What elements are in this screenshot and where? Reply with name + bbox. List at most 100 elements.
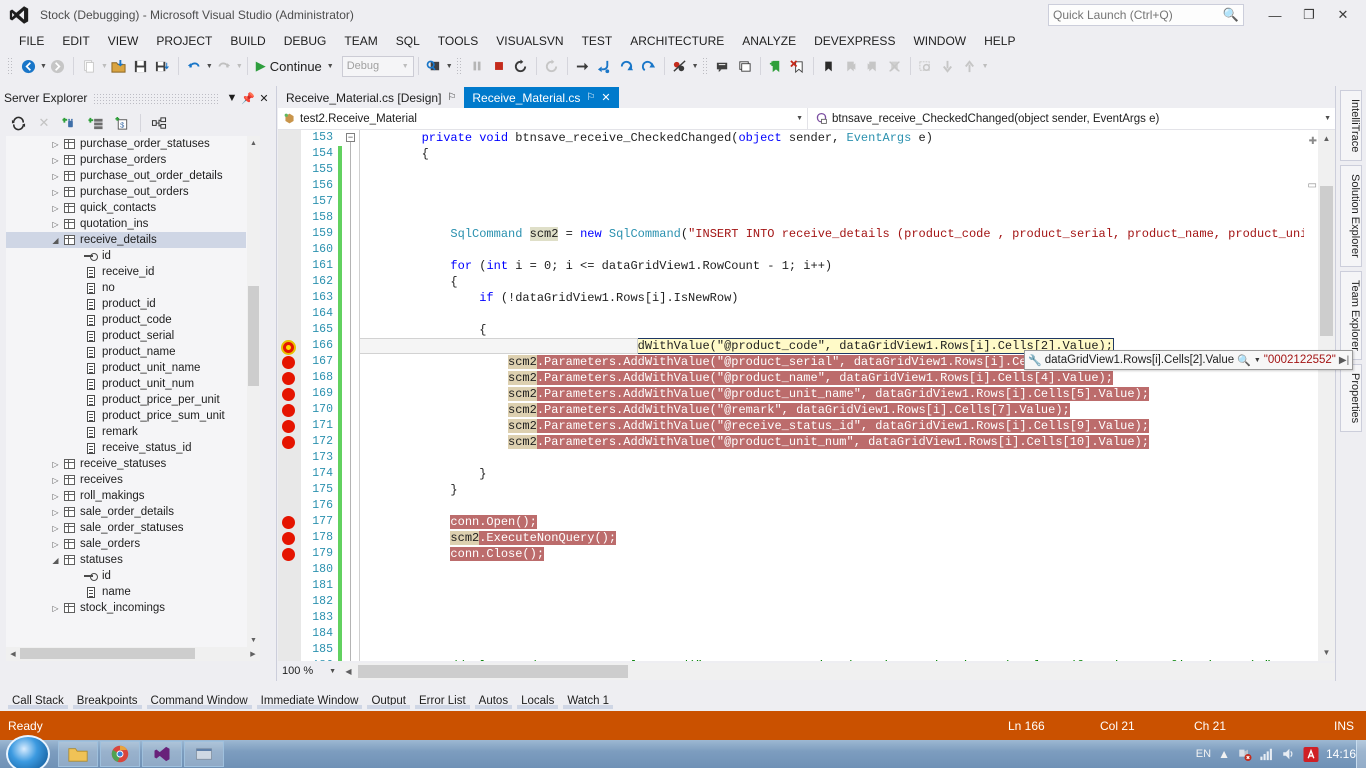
code-line[interactable]: conn.Open(); [364, 514, 1335, 530]
chevron-right-icon[interactable]: ▷ [50, 204, 61, 213]
bottom-tab-breakpoints[interactable]: Breakpoints [71, 692, 144, 707]
connect-to-server-icon[interactable] [58, 112, 82, 134]
network-error-icon[interactable] [1237, 747, 1252, 761]
menu-item-team[interactable]: TEAM [335, 32, 386, 50]
tree-item-product_serial[interactable]: product_serial [6, 328, 246, 344]
rail-tab-intellitrace[interactable]: IntelliTrace [1340, 90, 1362, 161]
toggle-bookmark-icon[interactable] [818, 55, 840, 77]
code-line[interactable] [364, 562, 1335, 578]
current-breakpoint-icon[interactable] [281, 340, 296, 355]
step-out-icon[interactable] [638, 55, 660, 77]
member-navigation-select[interactable]: btnsave_receive_CheckedChanged(object se… [808, 108, 1335, 130]
pin-to-source-icon[interactable]: ▶| [1339, 355, 1349, 366]
tree-item-no[interactable]: no [6, 280, 246, 296]
chevron-right-icon[interactable]: ▷ [50, 156, 61, 165]
breakpoint-icon[interactable] [282, 388, 295, 401]
bottom-tab-autos[interactable]: Autos [473, 692, 514, 707]
tree-item-product_code[interactable]: product_code [6, 312, 246, 328]
tree-item-receive_status_id[interactable]: receive_status_id [6, 440, 246, 456]
code-line[interactable] [364, 594, 1335, 610]
code-line[interactable] [364, 178, 1335, 194]
horizontal-scroll-thumb[interactable] [358, 665, 628, 678]
menu-item-edit[interactable]: EDIT [53, 32, 98, 50]
tree-item-stock_incomings[interactable]: ▷stock_incomings [6, 600, 246, 616]
scroll-left-icon[interactable]: ◀ [340, 663, 357, 680]
chevron-down-icon[interactable]: ▼ [224, 89, 240, 107]
menu-item-test[interactable]: TEST [573, 32, 622, 50]
code-line[interactable] [364, 210, 1335, 226]
new-item-icon[interactable] [78, 55, 100, 77]
bottom-tab-command-window[interactable]: Command Window [145, 692, 254, 707]
server-explorer-vertical-scrollbar[interactable]: ▲ ▼ [247, 136, 260, 661]
menu-item-tools[interactable]: TOOLS [429, 32, 487, 50]
toolbar-overflow-icon[interactable]: ▼ [982, 63, 989, 70]
bottom-tab-error-list[interactable]: Error List [413, 692, 472, 707]
scroll-down-icon[interactable]: ▼ [247, 633, 260, 647]
code-line[interactable] [364, 578, 1335, 594]
tree-item-name[interactable]: name [6, 584, 246, 600]
bottom-tab-watch-1[interactable]: Watch 1 [561, 692, 615, 707]
connect-to-database-icon[interactable]: $ [110, 112, 134, 134]
refresh-icon[interactable] [6, 112, 30, 134]
menu-item-architecture[interactable]: ARCHITECTURE [621, 32, 733, 50]
menu-item-visualsvn[interactable]: VISUALSVN [487, 32, 572, 50]
chevron-right-icon[interactable]: ▷ [50, 460, 61, 469]
toolbar-grip[interactable] [7, 57, 14, 75]
find-in-files-icon[interactable] [423, 55, 445, 77]
code-line[interactable] [364, 642, 1335, 658]
restore-button[interactable]: ❐ [1292, 1, 1326, 29]
code-line[interactable]: scm2.Parameters.AddWithValue("@product_n… [364, 370, 1335, 386]
clear-bookmarks-icon[interactable] [787, 55, 809, 77]
navigate-forward-icon[interactable] [47, 55, 69, 77]
quick-launch-input[interactable] [1053, 8, 1223, 22]
chevron-right-icon[interactable]: ▷ [50, 492, 61, 501]
redo-dropdown[interactable]: ▼ [236, 63, 243, 70]
taskbar-item-chrome[interactable] [100, 741, 140, 767]
previous-bookmark-icon[interactable] [840, 55, 862, 77]
chevron-right-icon[interactable]: ▷ [50, 508, 61, 517]
tree-item-quotation_ins[interactable]: ▷quotation_ins [6, 216, 246, 232]
redo-icon[interactable] [213, 55, 235, 77]
menu-item-sql[interactable]: SQL [387, 32, 429, 50]
menu-item-project[interactable]: PROJECT [147, 32, 221, 50]
scroll-left-icon[interactable]: ◀ [6, 647, 20, 661]
tree-item-product_id[interactable]: product_id [6, 296, 246, 312]
code-line[interactable]: { [364, 322, 1335, 338]
toolbar-grip-3[interactable] [702, 57, 709, 75]
code-editor[interactable]: 1531541551561571581591601611621631641651… [278, 130, 1335, 661]
close-button[interactable]: ✕ [1326, 1, 1360, 29]
bottom-tab-call-stack[interactable]: Call Stack [6, 692, 70, 707]
menu-item-build[interactable]: BUILD [221, 32, 274, 50]
code-line[interactable] [364, 610, 1335, 626]
server-explorer-horizontal-scrollbar[interactable]: ◀ ▶ [6, 647, 260, 661]
quick-launch-box[interactable]: 🔍 [1048, 4, 1244, 26]
navigate-backward-icon[interactable] [17, 55, 39, 77]
scroll-up-icon[interactable]: ▲ [247, 136, 260, 150]
code-line[interactable]: scm2.Parameters.AddWithValue("@product_u… [364, 434, 1335, 450]
chevron-down-icon[interactable]: ▼ [329, 668, 336, 675]
panel-drag-handle[interactable] [93, 92, 218, 104]
magnifier-icon[interactable]: 🔍 [1237, 354, 1251, 367]
code-line[interactable] [364, 498, 1335, 514]
code-line[interactable]: scm2.Parameters.AddWithValue("@receive_s… [364, 418, 1335, 434]
chevron-right-icon[interactable]: ▷ [50, 220, 61, 229]
comment-icon[interactable] [712, 55, 734, 77]
scroll-right-icon[interactable]: ▶ [246, 647, 260, 661]
zoom-level-select[interactable]: 100 % ▼ [278, 662, 340, 681]
move-up-icon[interactable] [959, 55, 981, 77]
code-line[interactable]: private void btnsave_receive_CheckedChan… [364, 130, 1335, 146]
windows-start-icon[interactable] [6, 735, 50, 768]
tree-item-quick_contacts[interactable]: ▷quick_contacts [6, 200, 246, 216]
chevron-down-icon[interactable]: ▼ [1324, 115, 1331, 122]
tree-item-sale_order_statuses[interactable]: ▷sale_order_statuses [6, 520, 246, 536]
stop-icon[interactable]: ✕ [32, 112, 56, 134]
tree-item-receive_id[interactable]: receive_id [6, 264, 246, 280]
solution-configuration-select[interactable]: Debug ▼ [342, 56, 414, 77]
editor-tab-0[interactable]: Receive_Material.cs [Design]⚐ [278, 87, 464, 108]
type-navigation-select[interactable]: test2.Receive_Material ▼ [278, 108, 808, 130]
volume-icon[interactable] [1281, 747, 1296, 761]
code-line[interactable]: } [364, 482, 1335, 498]
scroll-down-icon[interactable]: ▼ [1318, 644, 1335, 661]
chevron-right-icon[interactable]: ▷ [50, 140, 61, 149]
menu-item-analyze[interactable]: ANALYZE [733, 32, 805, 50]
